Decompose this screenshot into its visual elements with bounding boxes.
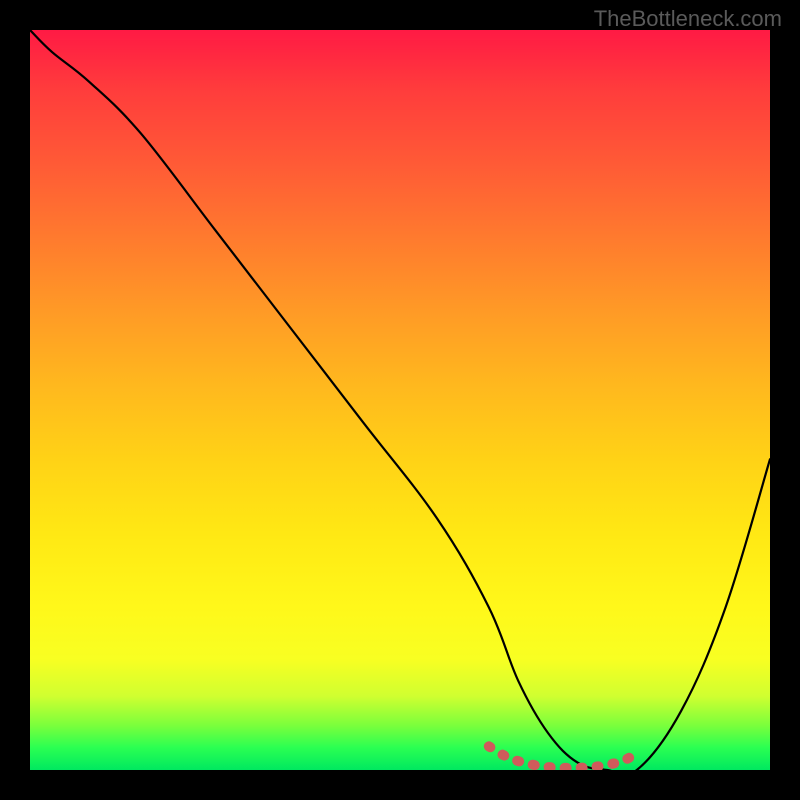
main-curve xyxy=(30,30,770,770)
chart-svg xyxy=(30,30,770,770)
watermark-text: TheBottleneck.com xyxy=(594,6,782,32)
chart-plot-area xyxy=(30,30,770,770)
